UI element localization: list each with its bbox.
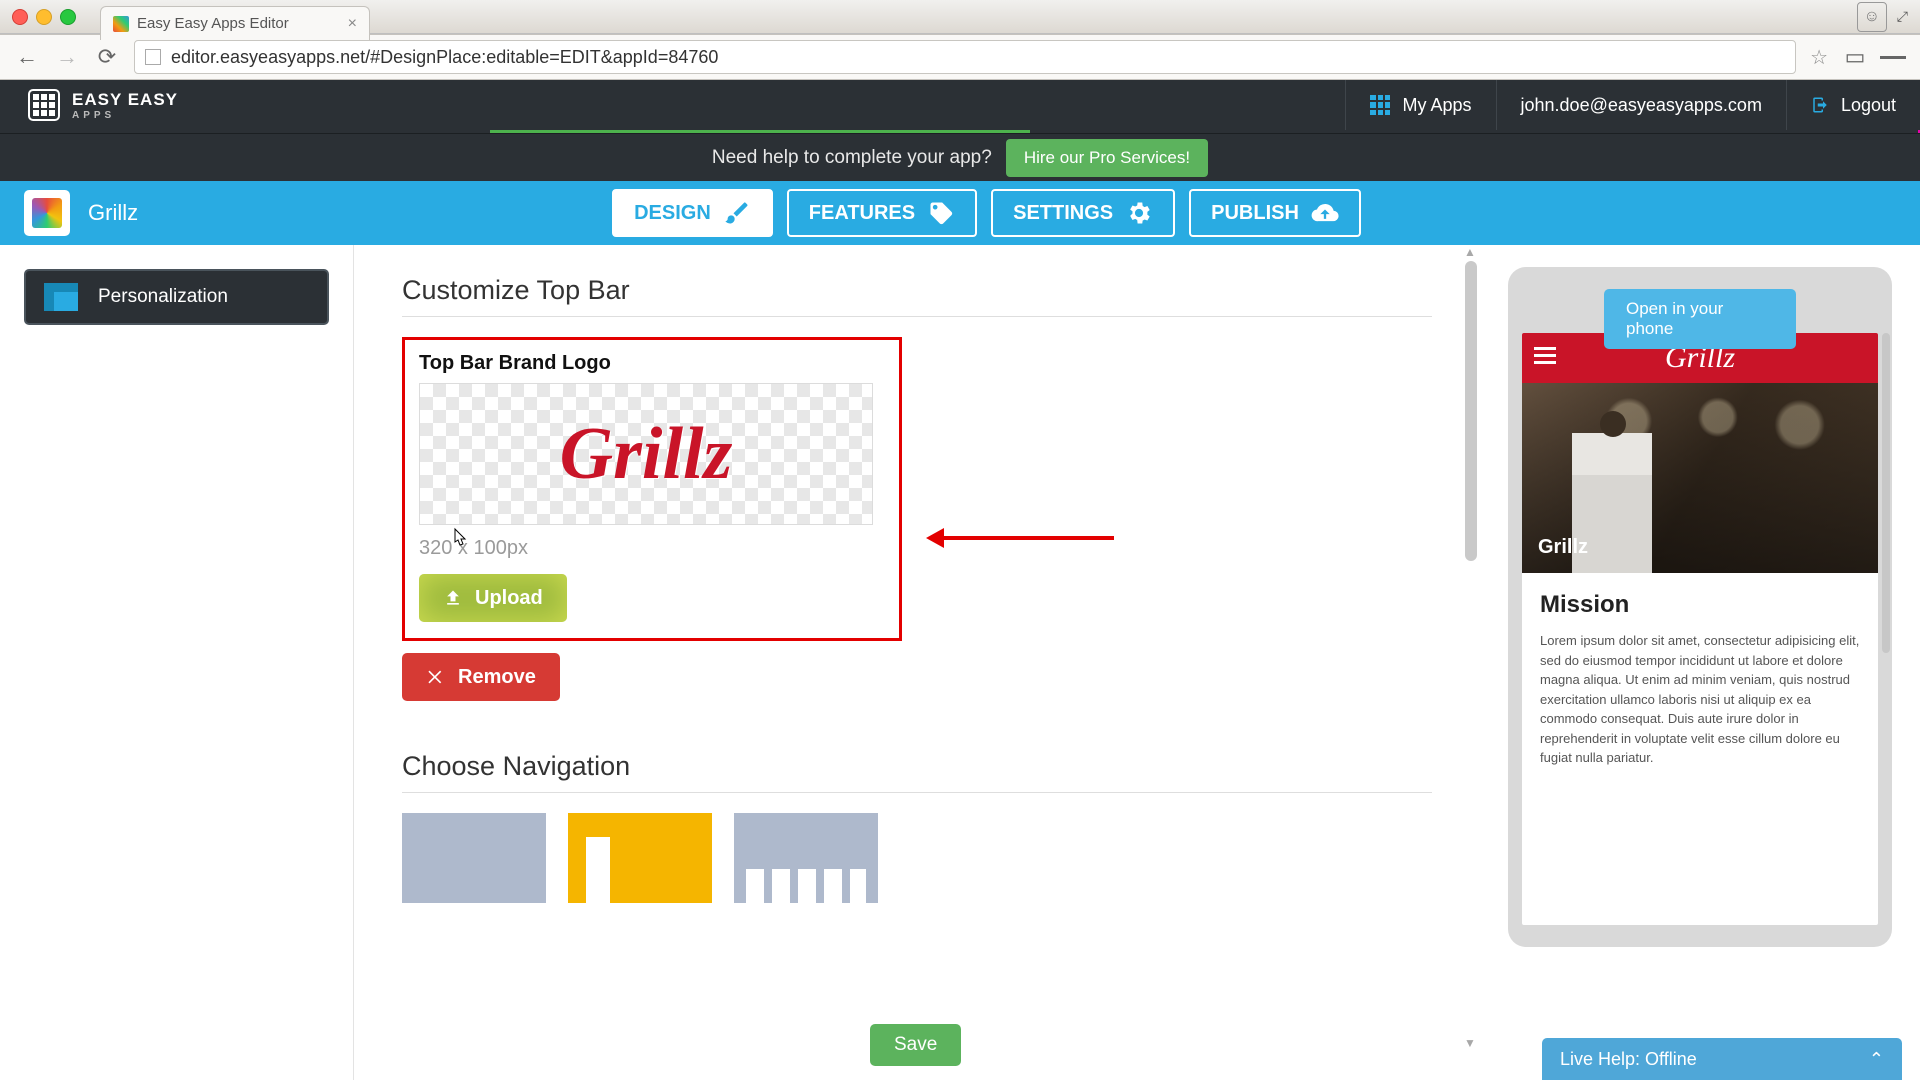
preview-scrollbar[interactable] (1882, 333, 1890, 653)
navigation-option-tabs[interactable] (734, 813, 878, 903)
logo-preview-text: Grillz (560, 412, 733, 497)
personalization-icon (44, 283, 78, 311)
traffic-close[interactable] (12, 9, 28, 25)
traffic-zoom[interactable] (60, 9, 76, 25)
upload-icon (443, 588, 463, 608)
logout-icon (1811, 96, 1829, 114)
help-bar: Need help to complete your app? Hire our… (0, 133, 1920, 181)
browser-tab[interactable]: Easy Easy Apps Editor × (100, 6, 370, 40)
tab-publish[interactable]: PUBLISH (1189, 189, 1361, 237)
apps-grid-icon (1370, 95, 1390, 115)
navigation-option-none[interactable] (402, 813, 546, 903)
brush-icon (723, 199, 751, 227)
reload-button[interactable]: ⟳ (94, 44, 120, 70)
browser-tab-title: Easy Easy Apps Editor (137, 15, 289, 32)
upload-button[interactable]: Upload (419, 574, 567, 622)
section-title-navigation: Choose Navigation (402, 751, 1432, 793)
gear-icon (1125, 199, 1153, 227)
user-email[interactable]: john.doe@easyeasyapps.com (1496, 80, 1786, 130)
bookmark-star-icon[interactable]: ☆ (1810, 45, 1828, 70)
progress-accent (0, 130, 1920, 133)
navigation-option-drawer[interactable] (568, 813, 712, 903)
page-icon (145, 49, 161, 65)
sidebar-item-label: Personalization (98, 286, 228, 308)
annotation-arrow (944, 536, 1114, 540)
tab-features[interactable]: FEATURES (787, 189, 977, 237)
remove-button-label: Remove (458, 666, 536, 689)
window-traffic-lights (12, 9, 76, 25)
upload-button-label: Upload (475, 587, 543, 610)
address-bar-text: editor.easyeasyapps.net/#DesignPlace:edi… (171, 47, 718, 68)
traffic-minimize[interactable] (36, 9, 52, 25)
chrome-user-icon[interactable]: ☺ (1857, 2, 1887, 32)
help-bar-text: Need help to complete your app? (712, 147, 992, 169)
tab-settings[interactable]: SETTINGS (991, 189, 1175, 237)
chrome-expand-icon[interactable]: ⤢ (1897, 8, 1908, 25)
current-app-name: Grillz (88, 200, 138, 226)
remove-button[interactable]: Remove (402, 653, 560, 701)
favicon-icon (113, 16, 129, 32)
logo-preview: Grillz (419, 383, 873, 525)
editor-panel: Customize Top Bar Top Bar Brand Logo Gri… (354, 245, 1480, 1080)
logout-link[interactable]: Logout (1786, 80, 1920, 130)
tab-settings-label: SETTINGS (1013, 202, 1113, 225)
preview-mission-text: Lorem ipsum dolor sit amet, consectetur … (1540, 631, 1860, 768)
phone-screen: Grillz Grillz Mission Lorem ipsum dolor … (1522, 333, 1878, 925)
brand-subname: APPS (72, 110, 178, 121)
tag-icon (927, 199, 955, 227)
phone-frame: Open in your phone Grillz Grillz Mission… (1508, 267, 1892, 947)
scrollbar[interactable] (1462, 245, 1480, 1080)
logout-label: Logout (1841, 95, 1896, 116)
save-button[interactable]: Save (870, 1024, 961, 1066)
cloud-upload-icon (1311, 199, 1339, 227)
sidebar-item-personalization[interactable]: Personalization (24, 269, 329, 325)
browser-toolbar: ← → ⟳ editor.easyeasyapps.net/#DesignPla… (0, 34, 1920, 80)
open-in-phone-button[interactable]: Open in your phone (1604, 289, 1796, 349)
my-apps-link[interactable]: My Apps (1345, 80, 1495, 130)
workspace: Personalization Customize Top Bar Top Ba… (0, 245, 1920, 1080)
section-title-topbar: Customize Top Bar (402, 275, 1432, 317)
logo-field-label: Top Bar Brand Logo (419, 352, 885, 375)
app-logo[interactable]: EASY EASY APPS (0, 89, 206, 121)
live-help-bar[interactable]: Live Help: Offline ⌃ (1542, 1038, 1902, 1080)
app-icon (24, 190, 70, 236)
device-mode-icon[interactable]: ▭ (1842, 44, 1868, 70)
navigation-options (402, 813, 1432, 903)
tab-publish-label: PUBLISH (1211, 202, 1299, 225)
preview-panel: Open in your phone Grillz Grillz Mission… (1480, 245, 1920, 1080)
preview-body: Mission Lorem ipsum dolor sit amet, cons… (1522, 573, 1878, 768)
user-email-text: john.doe@easyeasyapps.com (1521, 95, 1762, 116)
remove-icon (426, 667, 446, 687)
preview-hero-title: Grillz (1538, 536, 1588, 559)
logo-dimensions: 320 x 100px (419, 537, 885, 560)
hire-pro-button[interactable]: Hire our Pro Services! (1006, 139, 1208, 177)
brand-name: EASY EASY (72, 90, 178, 109)
tab-close-icon[interactable]: × (348, 15, 357, 33)
live-help-label: Live Help: Offline (1560, 1049, 1697, 1070)
forward-button: → (54, 44, 80, 70)
tab-features-label: FEATURES (809, 202, 915, 225)
address-bar[interactable]: editor.easyeasyapps.net/#DesignPlace:edi… (134, 40, 1796, 74)
my-apps-label: My Apps (1402, 95, 1471, 116)
preview-hero-image: Grillz (1522, 383, 1878, 573)
app-header: EASY EASY APPS My Apps john.doe@easyeasy… (0, 80, 1920, 130)
tab-design[interactable]: DESIGN (612, 189, 773, 237)
current-app[interactable]: Grillz (0, 190, 162, 236)
tab-design-label: DESIGN (634, 202, 711, 225)
chevron-up-icon: ⌃ (1869, 1049, 1884, 1070)
annotation-highlight-box: Top Bar Brand Logo Grillz 320 x 100px Up… (402, 337, 902, 641)
scroll-thumb[interactable] (1465, 261, 1477, 561)
main-nav: Grillz DESIGN FEATURES SETTINGS PUBLISH (0, 181, 1920, 245)
back-button[interactable]: ← (14, 44, 40, 70)
preview-mission-title: Mission (1540, 591, 1860, 619)
hamburger-icon[interactable] (1534, 347, 1556, 364)
sidebar: Personalization (0, 245, 354, 1080)
chrome-menu-icon[interactable] (1880, 44, 1906, 70)
